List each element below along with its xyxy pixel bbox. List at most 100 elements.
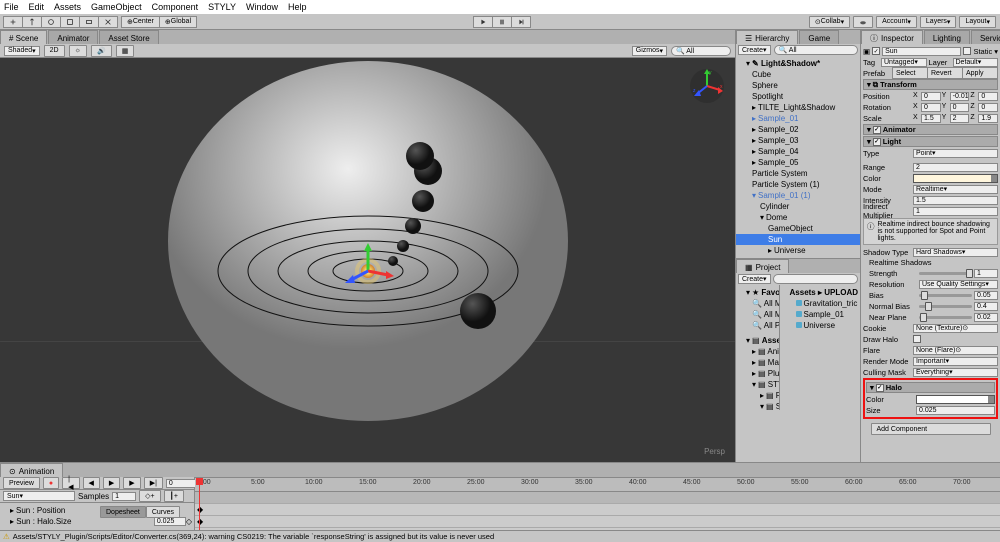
animator-enabled[interactable] xyxy=(873,126,881,134)
light-header[interactable]: Light xyxy=(863,136,998,147)
orientation-gizmo[interactable]: y x z xyxy=(687,66,727,106)
strength-slider[interactable]: .slider[data-name="strength-slider"]::af… xyxy=(919,272,972,275)
cookie-field[interactable]: None (Texture) ⊙ xyxy=(913,324,998,333)
account-button[interactable]: Account ▾ xyxy=(876,16,917,28)
node-particle[interactable]: Particle System xyxy=(736,168,860,179)
scl-y[interactable]: 2 xyxy=(950,114,970,123)
anim-record[interactable]: ● xyxy=(43,477,59,489)
near-plane-slider[interactable]: .slider[data-name="near-plane-slider"]::… xyxy=(919,316,972,319)
range-field[interactable]: 2 xyxy=(913,163,998,172)
node-sample02[interactable]: Sample_02 xyxy=(736,124,860,135)
collab-button[interactable]: ⊙ Collab ▾ xyxy=(809,16,850,28)
status-bar[interactable]: ⚠ Assets/STYLY_Plugin/Scripts/Editor/Con… xyxy=(0,530,1000,542)
anim-prev[interactable]: ◀ xyxy=(83,477,100,489)
toggle-fx-icon[interactable]: ▦ xyxy=(116,45,135,57)
tab-animation[interactable]: ⊙ Animation xyxy=(0,463,63,477)
halo-color[interactable] xyxy=(916,395,995,404)
light-type[interactable]: Point ▾ xyxy=(913,149,998,158)
timeline-ruler[interactable]: 0:00 5:00 10:00 15:00 20:00 25:00 30:00 … xyxy=(195,478,1000,492)
static-checkbox[interactable] xyxy=(963,47,971,55)
scene-root[interactable]: ✎ Light&Shadow* xyxy=(736,58,860,69)
scene-viewport[interactable]: y x z Persp xyxy=(0,58,735,462)
cloud-button[interactable] xyxy=(853,16,873,28)
bias-val[interactable]: 0.05 xyxy=(974,291,998,300)
folder-resour[interactable]: ▤ Resour xyxy=(736,390,779,401)
toggle-audio-icon[interactable]: 🔊 xyxy=(91,45,112,57)
resolution-field[interactable]: Use Quality Settings ▾ xyxy=(919,280,998,289)
step-button[interactable] xyxy=(511,16,531,28)
project-search[interactable] xyxy=(773,274,858,284)
pos-z[interactable]: 0 xyxy=(978,92,998,101)
anim-frame[interactable]: 0 xyxy=(166,479,196,488)
transform-header[interactable]: ⧉ Transform xyxy=(863,79,998,90)
assets-root[interactable]: ▤ Assets xyxy=(736,335,779,346)
folder-material[interactable]: ▤ Material xyxy=(736,357,779,368)
file-sample01[interactable]: Sample_01 xyxy=(780,309,860,320)
anim-last[interactable]: ▶| xyxy=(144,477,163,489)
tab-services[interactable]: Services xyxy=(971,30,1000,44)
scene-search[interactable]: 🔍 All xyxy=(671,46,731,56)
dopesheet-tab[interactable]: Dopesheet xyxy=(100,506,146,518)
all-models[interactable]: 🔍 All Mod xyxy=(736,309,779,320)
keyframe-icon[interactable]: ◆ xyxy=(197,517,203,526)
light-color[interactable] xyxy=(913,174,998,183)
menu-edit[interactable]: Edit xyxy=(29,2,45,12)
event-track[interactable] xyxy=(195,492,1000,504)
scale-tool[interactable] xyxy=(60,16,80,28)
key-track-1[interactable]: ◆ xyxy=(195,504,1000,516)
prop-halo-val[interactable]: 0.025 xyxy=(154,517,186,526)
folder-plugins[interactable]: ▤ Plugins xyxy=(736,368,779,379)
node-universe[interactable]: Universe xyxy=(736,245,860,256)
favorites[interactable]: ★ Favorites xyxy=(736,287,779,298)
hierarchy-create[interactable]: Create ▾ xyxy=(738,45,771,55)
all-materials[interactable]: 🔍 All Mate xyxy=(736,298,779,309)
space-toggle[interactable]: ⊕ Global xyxy=(159,16,197,28)
active-checkbox[interactable] xyxy=(872,47,880,55)
anim-clip[interactable]: Sun ▾ xyxy=(3,491,75,501)
tab-animator[interactable]: Animator xyxy=(48,30,98,44)
scl-x[interactable]: 1.5 xyxy=(921,114,941,123)
prefab-revert[interactable]: Revert xyxy=(927,67,963,79)
tag-field[interactable]: Untagged ▾ xyxy=(881,58,927,67)
animation-timeline[interactable]: 0:00 5:00 10:00 15:00 20:00 25:00 30:00 … xyxy=(195,477,1000,530)
breadcrumb[interactable]: Assets ▸ UPLOAD xyxy=(780,287,860,298)
prefab-select[interactable]: Select xyxy=(892,67,928,79)
scl-z[interactable]: 1.9 xyxy=(978,114,998,123)
intensity-field[interactable]: 1.5 xyxy=(913,196,998,205)
node-sample03[interactable]: Sample_03 xyxy=(736,135,860,146)
node-sun[interactable]: Sun xyxy=(736,234,860,245)
light-enabled[interactable] xyxy=(873,138,881,146)
tab-scene[interactable]: # Scene xyxy=(0,30,47,44)
bias-slider[interactable]: .slider[data-name="bias-slider"]::after{… xyxy=(919,294,972,297)
move-tool[interactable] xyxy=(22,16,42,28)
node-cylinder[interactable]: Cylinder xyxy=(736,201,860,212)
shade-mode[interactable]: Shaded ▾ xyxy=(4,46,40,56)
menu-file[interactable]: File xyxy=(4,2,19,12)
tab-inspector[interactable]: ⓘ Inspector xyxy=(861,30,923,44)
keyframe-icon[interactable]: ◆ xyxy=(197,505,203,514)
tab-project[interactable]: ▦ Project xyxy=(736,259,789,273)
menu-help[interactable]: Help xyxy=(288,2,307,12)
near-plane-val[interactable]: 0.02 xyxy=(974,313,998,322)
hand-tool[interactable] xyxy=(3,16,23,28)
node-cube[interactable]: Cube xyxy=(736,69,860,80)
tab-hierarchy[interactable]: ☰ Hierarchy xyxy=(736,30,798,44)
rot-x[interactable]: 0 xyxy=(921,103,941,112)
halo-size-field[interactable]: 0.025 xyxy=(916,406,995,415)
node-particle1[interactable]: Particle System (1) xyxy=(736,179,860,190)
custom-tool[interactable] xyxy=(98,16,118,28)
pos-x[interactable]: 0 xyxy=(921,92,941,101)
node-spotlight[interactable]: Spotlight xyxy=(736,91,860,102)
normal-bias-val[interactable]: 0.4 xyxy=(974,302,998,311)
render-field[interactable]: Important ▾ xyxy=(913,357,998,366)
rot-z[interactable]: 0 xyxy=(978,103,998,112)
play-button[interactable] xyxy=(473,16,493,28)
shadow-field[interactable]: Hard Shadows ▾ xyxy=(913,248,998,257)
node-sample01[interactable]: Sample_01 xyxy=(736,113,860,124)
rot-y[interactable]: 0 xyxy=(950,103,970,112)
file-grav[interactable]: Gravitation_tric xyxy=(780,298,860,309)
layer-field[interactable]: Default ▾ xyxy=(953,58,999,67)
menu-component[interactable]: Component xyxy=(152,2,199,12)
hierarchy-search[interactable]: 🔍 All xyxy=(774,45,858,55)
menu-assets[interactable]: Assets xyxy=(54,2,81,12)
